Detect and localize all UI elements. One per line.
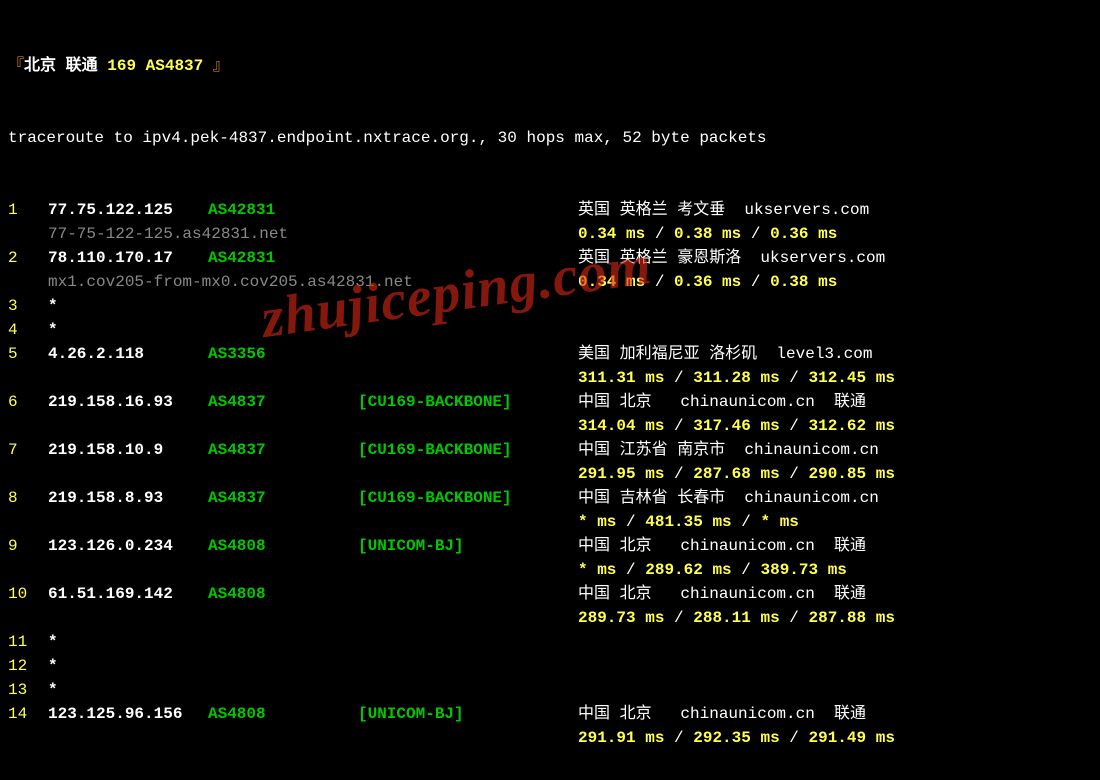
hop-row: 7219.158.10.9AS4837[CU169-BACKBONE]中国 江苏… [8,438,767,462]
hop-detail-row: 311.31 ms / 311.28 ms / 312.45 ms [8,366,767,390]
hop-row: 6219.158.16.93AS4837[CU169-BACKBONE]中国 北… [8,390,767,414]
hop-row: 9123.126.0.234AS4808[UNICOM-BJ]中国 北京 chi… [8,534,767,558]
terminal-output: 『北京 联通 169 AS4837 』 traceroute to ipv4.p… [0,0,775,780]
hop-geo: 英国 英格兰 豪恩斯洛 ukservers.com [578,246,885,270]
hop-ip: 219.158.8.93 [48,486,163,510]
hop-ip: 61.51.169.142 [48,582,173,606]
hop-asn: AS4808 [208,582,266,606]
hop-network: [CU169-BACKBONE] [358,438,512,462]
hop-number: 10 [8,582,48,606]
hop-number: 5 [8,342,48,366]
hop-geo: 中国 北京 chinaunicom.cn 联通 [578,702,866,726]
hop-latency: 311.31 ms / 311.28 ms / 312.45 ms [578,366,895,390]
traceroute-intro: traceroute to ipv4.pek-4837.endpoint.nxt… [8,126,767,150]
hop-number: 11 [8,630,48,654]
hop-number: 8 [8,486,48,510]
hop-row: 14123.125.96.156AS4808[UNICOM-BJ]中国 北京 c… [8,702,767,726]
hop-ip: 77.75.122.125 [48,198,173,222]
hop-row: 13* [8,678,767,702]
hop-network: [CU169-BACKBONE] [358,390,512,414]
hop-number: 12 [8,654,48,678]
hop-ip: 123.125.96.156 [48,702,182,726]
hop-number: 14 [8,702,48,726]
hop-geo: 中国 江苏省 南京市 chinaunicom.cn [578,438,879,462]
hop-number: 2 [8,246,48,270]
hop-detail-row: 291.91 ms / 292.35 ms / 291.49 ms [8,726,767,750]
hop-asn: AS4808 [208,534,266,558]
hop-number: 6 [8,390,48,414]
hop-row: 8219.158.8.93AS4837[CU169-BACKBONE]中国 吉林… [8,486,767,510]
hop-timeout: * [48,654,58,678]
hop-number: 3 [8,294,48,318]
hop-timeout: * [48,294,58,318]
hop-network: [CU169-BACKBONE] [358,486,512,510]
hop-ip: 219.158.10.9 [48,438,163,462]
hop-geo: 中国 吉林省 长春市 chinaunicom.cn [578,486,879,510]
hop-asn: AS4837 [208,486,266,510]
hop-detail-row: 291.95 ms / 287.68 ms / 290.85 ms [8,462,767,486]
hop-asn: AS4808 [208,702,266,726]
header-as: 169 AS4837 [107,57,203,75]
hop-ip: 78.110.170.17 [48,246,173,270]
hop-latency: 289.73 ms / 288.11 ms / 287.88 ms [578,606,895,630]
hop-asn: AS4837 [208,390,266,414]
hop-timeout: * [48,630,58,654]
hop-row: 4* [8,318,767,342]
hop-detail-row: 77-75-122-125.as42831.net0.34 ms / 0.38 … [8,222,767,246]
hop-timeout: * [48,318,58,342]
hop-latency: 314.04 ms / 317.46 ms / 312.62 ms [578,414,895,438]
hop-geo: 中国 北京 chinaunicom.cn 联通 [578,582,866,606]
hop-number: 9 [8,534,48,558]
hop-row: 177.75.122.125AS42831英国 英格兰 考文垂 ukserver… [8,198,767,222]
hop-ip: 4.26.2.118 [48,342,144,366]
hop-detail-row: 289.73 ms / 288.11 ms / 287.88 ms [8,606,767,630]
hop-network: [UNICOM-BJ] [358,702,464,726]
hop-row: 54.26.2.118AS3356美国 加利福尼亚 洛杉矶 level3.com [8,342,767,366]
header-city: 北京 [24,57,66,75]
hop-network: [UNICOM-BJ] [358,534,464,558]
hop-latency: 291.91 ms / 292.35 ms / 291.49 ms [578,726,895,750]
hop-detail-row: 314.04 ms / 317.46 ms / 312.62 ms [8,414,767,438]
bracket-right: 』 [203,57,229,75]
hop-row: 278.110.170.17AS42831英国 英格兰 豪恩斯洛 ukserve… [8,246,767,270]
hop-number: 7 [8,438,48,462]
hop-ip: 123.126.0.234 [48,534,173,558]
hop-reverse-dns: 77-75-122-125.as42831.net [48,222,288,246]
hop-number: 4 [8,318,48,342]
hop-latency: * ms / 289.62 ms / 389.73 ms [578,558,847,582]
hop-geo: 中国 北京 chinaunicom.cn 联通 [578,534,866,558]
hop-asn: AS3356 [208,342,266,366]
hop-latency: 291.95 ms / 287.68 ms / 290.85 ms [578,462,895,486]
header-isp: 联通 [66,57,108,75]
hop-timeout: * [48,678,58,702]
hop-latency: 0.34 ms / 0.38 ms / 0.36 ms [578,222,837,246]
hop-latency: * ms / 481.35 ms / * ms [578,510,799,534]
hop-reverse-dns: mx1.cov205-from-mx0.cov205.as42831.net [48,270,413,294]
hop-asn: AS4837 [208,438,266,462]
hop-row: 11* [8,630,767,654]
hop-row: 1061.51.169.142AS4808中国 北京 chinaunicom.c… [8,582,767,606]
hop-geo: 中国 北京 chinaunicom.cn 联通 [578,390,866,414]
hop-geo: 美国 加利福尼亚 洛杉矶 level3.com [578,342,872,366]
hop-geo: 英国 英格兰 考文垂 ukservers.com [578,198,869,222]
hop-detail-row: * ms / 289.62 ms / 389.73 ms [8,558,767,582]
hop-row: 3* [8,294,767,318]
hop-latency: 0.34 ms / 0.36 ms / 0.38 ms [578,270,837,294]
hop-ip: 219.158.16.93 [48,390,173,414]
hop-number: 1 [8,198,48,222]
hop-detail-row: * ms / 481.35 ms / * ms [8,510,767,534]
hop-number: 13 [8,678,48,702]
hop-asn: AS42831 [208,246,275,270]
bracket-left: 『 [8,57,24,75]
hop-detail-row: mx1.cov205-from-mx0.cov205.as42831.net0.… [8,270,767,294]
hop-row: 12* [8,654,767,678]
header-line: 『北京 联通 169 AS4837 』 [8,54,767,78]
hop-asn: AS42831 [208,198,275,222]
